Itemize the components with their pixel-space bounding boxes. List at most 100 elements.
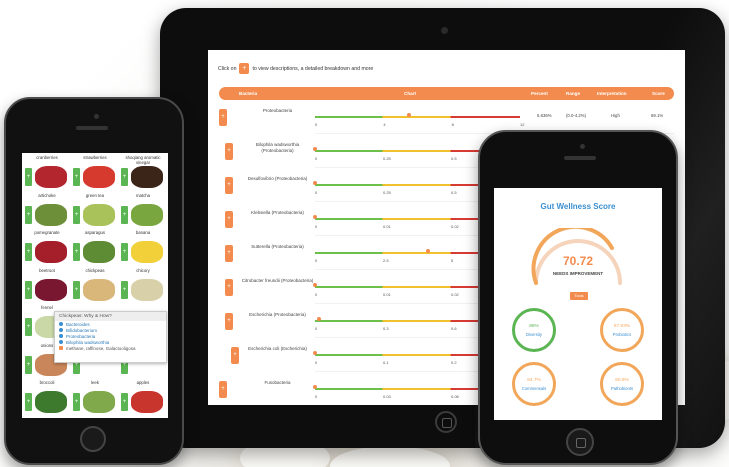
food-item[interactable]: asparagus + [71,230,119,270]
food-image [35,203,67,226]
food-image [35,278,67,301]
value-marker [313,181,317,185]
header-bacteria: Bacteria [239,91,258,96]
bacteria-icon [59,334,63,338]
range-value: (0.0-4.2%) [566,113,587,118]
metric-label: Pathobionts [610,386,634,391]
food-label: shoqiang aromatic vinegar [125,155,161,165]
plus-icon: + [239,63,250,74]
food-image [83,203,115,226]
interpretation-value: High [611,113,620,118]
food-item[interactable]: green tea + [71,193,119,233]
metric-value: 64.7% [527,378,541,383]
expand-row-button[interactable]: + [225,143,233,160]
food-image [83,391,115,413]
food-item[interactable]: shoqiang aromatic vinegar + [119,155,167,195]
bacteria-name: Fusobacteria [264,380,291,385]
pathobionts-circle[interactable]: 60.6% Pathobionts [600,362,644,406]
probiotics-circle[interactable]: 67.03% Probiotics [600,308,644,352]
tick-label: 0 [315,190,318,195]
left-phone-device: cranberries + strawberries + shoqiang aromat… [4,97,184,465]
food-item[interactable]: broccoli + [23,380,71,418]
food-item[interactable]: artichoke + [23,193,71,233]
food-label: asparagus [84,230,106,235]
add-food-button[interactable]: + [121,205,128,224]
phone-home-button[interactable] [566,428,594,456]
bacteria-name: Escherichia (Proteobacteria) [249,312,306,317]
add-food-button[interactable]: + [73,280,80,299]
food-image [83,278,115,301]
tablet-camera [441,27,448,34]
value-marker [313,147,317,151]
commensals-circle[interactable]: 64.7% Commensals [512,362,556,406]
food-item[interactable]: pomegranate + [23,230,71,270]
food-label: green tea [85,192,105,198]
food-item[interactable]: apples + [119,380,167,418]
tick-label: 0.2 [451,360,457,365]
expand-row-button[interactable]: + [225,245,233,262]
add-food-button[interactable]: + [121,393,128,411]
add-food-button[interactable]: + [73,205,80,224]
food-image [131,278,163,301]
add-food-button[interactable]: + [25,393,32,411]
tick-label: 0 [315,326,318,331]
add-food-button[interactable]: + [25,280,32,299]
food-image [83,166,115,188]
add-food-button[interactable]: + [121,243,128,261]
add-food-button[interactable]: + [121,280,128,299]
phone-speaker [564,156,596,160]
expand-row-button[interactable]: + [225,177,233,194]
food-label: broccoli [39,380,55,385]
bacteria-name: Bilophila wadsworthia (Proteobacteria) [255,142,300,153]
header-range: Range [566,91,581,96]
tools-button[interactable]: Tools [570,292,588,300]
food-item[interactable]: cranberries + [23,155,71,195]
score-status: NEEDS IMPROVEMENT [552,271,604,276]
header-percent: Percent [531,91,548,96]
food-item[interactable]: chicory + [119,268,167,308]
add-food-button[interactable]: + [25,205,32,224]
bacteria-name: Proteobacteria [262,108,293,113]
expand-row-button[interactable]: + [225,279,233,296]
gut-wellness-screen: Gut Wellness Score 70.72 NEEDS IMPROVEME… [494,188,662,420]
food-item[interactable]: leek + [71,380,119,418]
tick-label: 0 [315,258,318,263]
add-food-button[interactable]: + [25,318,32,336]
food-item[interactable]: strawberries + [71,155,119,195]
expand-row-button[interactable]: + [219,381,227,398]
food-item[interactable]: banana + [119,230,167,270]
add-food-button[interactable]: + [25,243,32,261]
food-image [35,241,67,263]
food-item[interactable]: matcha + [119,193,167,233]
tick-label: 0.01 [383,224,391,229]
food-item[interactable]: chickpeas + [71,268,119,308]
instruction-text: Click on + to view descriptions, a detai… [218,63,374,74]
tick-label: 8 [451,122,454,127]
right-phone-device: Gut Wellness Score 70.72 NEEDS IMPROVEME… [478,130,678,465]
food-image [35,391,67,413]
expand-row-button[interactable]: + [231,347,239,364]
add-food-button[interactable]: + [25,168,32,186]
tick-label: 0 [315,292,318,297]
value-marker [425,249,430,253]
expand-row-button[interactable]: + [225,313,233,330]
add-food-button[interactable]: + [73,168,80,186]
food-label: strawberries [83,155,107,160]
food-label: apples [136,380,150,385]
add-food-button[interactable]: + [73,243,80,261]
diversity-circle[interactable]: 86% Diversity [512,308,556,352]
phone-home-button[interactable] [80,426,106,452]
tick-label: 0.3 [383,326,389,331]
add-food-button[interactable]: + [25,355,32,374]
food-image [131,241,163,263]
expand-row-button[interactable]: + [219,109,227,126]
food-item[interactable]: beetroot + [23,268,71,308]
food-label: leek [91,380,99,385]
add-food-button[interactable]: + [121,168,128,186]
tablet-home-button[interactable] [435,411,457,433]
add-food-button[interactable]: + [73,393,80,411]
tick-label: 4 [383,122,386,127]
tick-label: 0.5 [451,156,457,161]
food-image [131,203,163,226]
expand-row-button[interactable]: + [225,211,233,228]
